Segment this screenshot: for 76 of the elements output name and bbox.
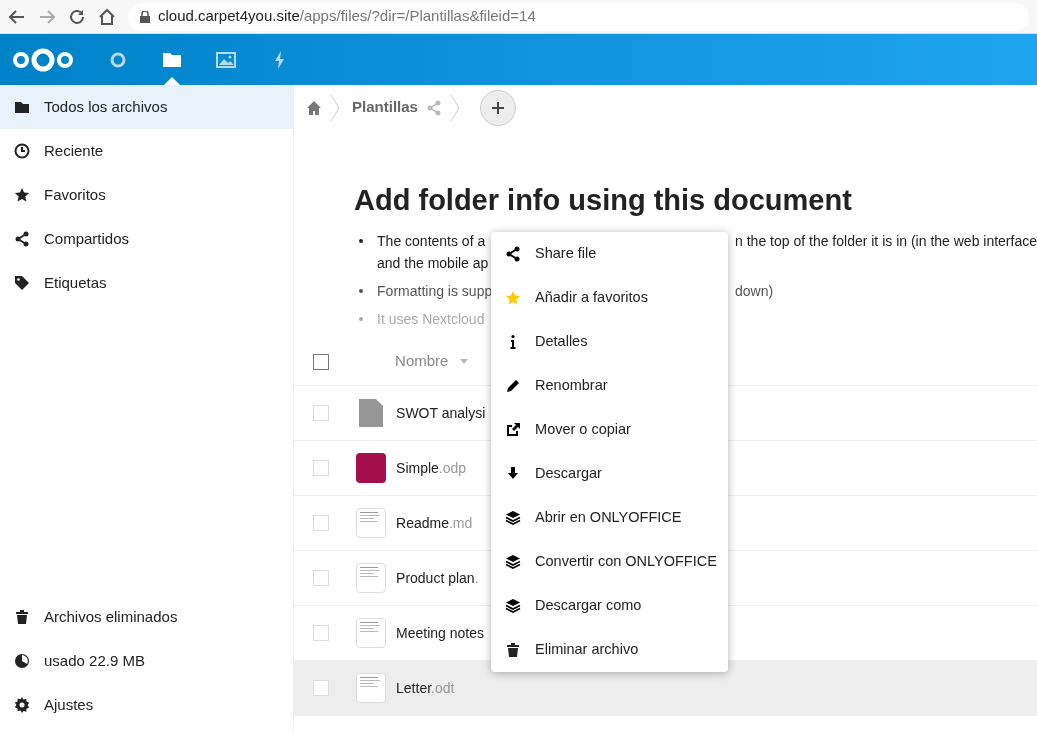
layers-icon [505, 598, 522, 614]
file-name[interactable]: Letter.odt [396, 677, 455, 699]
forward-arrow-icon[interactable] [38, 7, 56, 26]
select-all-checkbox[interactable] [313, 353, 330, 370]
clock-icon [14, 143, 30, 159]
share-icon [505, 246, 522, 262]
row-checkbox[interactable] [313, 405, 330, 421]
menu-item[interactable]: Share file [491, 232, 729, 276]
photos-app-icon[interactable] [216, 49, 236, 70]
folder-icon [14, 99, 30, 115]
readme-text: down) [735, 282, 774, 301]
layers-icon [505, 510, 522, 526]
row-checkbox[interactable] [313, 515, 330, 531]
file-name[interactable]: Meeting notes [396, 622, 484, 644]
bullet-icon [359, 239, 364, 243]
readme-text: and the mobile ap [377, 254, 489, 273]
chevron-icon [449, 92, 460, 123]
sidebar-item[interactable]: Archivos eliminados [0, 595, 294, 639]
star-icon [14, 187, 30, 203]
star-icon [505, 290, 522, 306]
document-thumbnail [356, 618, 387, 648]
file-icon [359, 399, 384, 427]
row-checkbox[interactable] [313, 570, 330, 586]
row-checkbox[interactable] [313, 680, 330, 696]
external-link-icon [505, 422, 522, 438]
sort-caret-icon[interactable] [460, 359, 469, 364]
menu-item[interactable]: Abrir en ONLYOFFICE [491, 496, 729, 540]
menu-item[interactable]: Descargar [491, 452, 729, 496]
add-button[interactable] [479, 89, 516, 126]
menu-item[interactable]: Añadir a favoritos [491, 276, 729, 320]
file-name[interactable]: Product plan. [396, 567, 479, 589]
document-thumbnail [356, 673, 387, 703]
readme-text: It uses Nextcloud [377, 310, 486, 329]
document-thumbnail [356, 563, 387, 593]
chevron-icon [330, 92, 341, 123]
tag-icon [14, 275, 30, 291]
back-arrow-icon[interactable] [8, 7, 26, 26]
trash-icon [505, 642, 522, 658]
readme-text: Formatting is supp [377, 282, 492, 301]
file-name[interactable]: Simple.odp [396, 457, 467, 479]
sidebar-item[interactable]: Ajustes [0, 683, 294, 727]
plus-icon [490, 100, 505, 115]
layers-icon [505, 554, 522, 570]
share-icon[interactable] [425, 99, 442, 116]
readme-text: n the top of the folder it is in (in the web interface [735, 232, 1037, 251]
sidebar-item[interactable]: Todos los archivos [0, 85, 294, 129]
trash-icon [14, 609, 30, 625]
column-header[interactable]: Nombre [395, 350, 449, 373]
document-thumbnail [356, 508, 387, 538]
address-bar[interactable]: cloud.carpet4you.site/apps/files/?dir=/Plantillas&fileid=14 [128, 2, 1029, 31]
file-name[interactable]: SWOT analysi [396, 402, 486, 424]
readme-text: The contents of a [377, 232, 487, 251]
readme-title: Add folder info using this document [354, 183, 853, 218]
reload-icon[interactable] [68, 7, 86, 26]
share-icon [14, 231, 30, 247]
url-text: cloud.carpet4you.site/apps/files/?dir=/Plantillas&fileid=14 [158, 6, 536, 27]
file-row[interactable]: Letter.odt [294, 661, 1037, 716]
home-icon[interactable] [306, 99, 323, 116]
file-name[interactable]: Readme.md [396, 512, 473, 534]
menu-item[interactable]: Detalles [491, 320, 729, 364]
bullet-icon [359, 289, 364, 293]
menu-item[interactable]: Mover o copiar [491, 408, 729, 452]
menu-item[interactable]: Renombrar [491, 364, 729, 408]
home-icon[interactable] [98, 7, 116, 26]
presentation-thumbnail [356, 453, 387, 483]
sidebar-item[interactable]: usado 22.9 MB [0, 639, 294, 683]
lock-icon [140, 10, 150, 23]
menu-item[interactable]: Descargar como [491, 584, 729, 628]
bullet-icon [359, 317, 364, 321]
breadcrumb-folder[interactable]: Plantillas [352, 96, 418, 119]
settings-icon [14, 697, 30, 713]
row-checkbox[interactable] [313, 625, 330, 641]
pencil-icon [505, 378, 522, 394]
menu-item[interactable]: Convertir con ONLYOFFICE [491, 540, 729, 584]
pie-chart-icon [14, 653, 30, 669]
row-checkbox[interactable] [313, 460, 330, 476]
